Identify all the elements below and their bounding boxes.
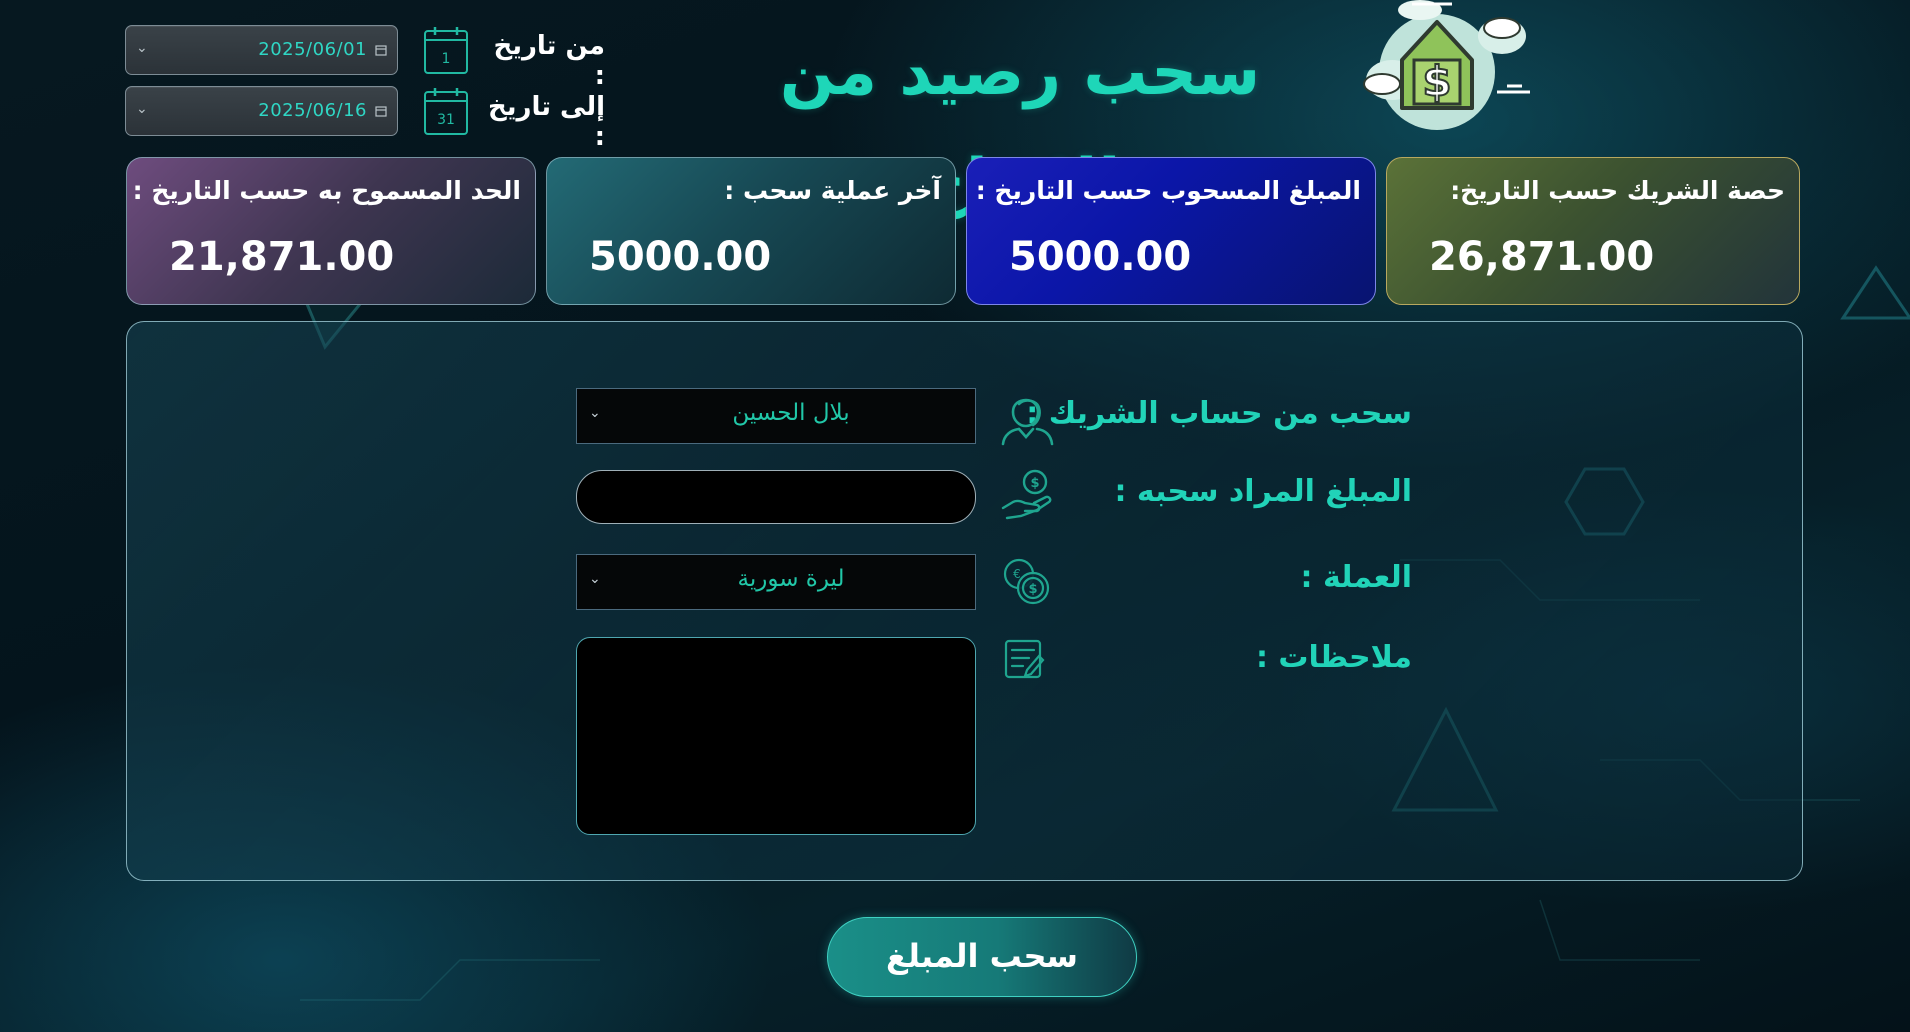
from-date-label: من تاريخ : (493, 31, 605, 91)
partner-select[interactable]: بلال الحسين ⌄ (576, 388, 976, 444)
withdrawn-amount-card: المبلغ المسحوب حسب التاريخ : 5000.00 (966, 157, 1376, 305)
currency-selected-value: ليرة سورية (737, 566, 845, 592)
chevron-down-icon[interactable]: ⌄ (589, 571, 601, 587)
svg-text:$: $ (1030, 476, 1039, 491)
from-calendar-day: 1 (442, 51, 451, 67)
allowed-limit-card: الحد المسموح به حسب التاريخ : 21,871.00 (126, 157, 536, 305)
to-date-row: ⌄ 2025/06/16 31 إلى تاريخ : (125, 86, 605, 152)
partner-share-value: 26,871.00 (1429, 234, 1655, 280)
svg-text:$: $ (1028, 582, 1037, 597)
from-date-value: 2025/06/01 (258, 39, 367, 60)
svg-text:$: $ (1422, 57, 1451, 106)
partner-label: سحب من حساب الشريك : (1026, 396, 1412, 431)
partner-share-label: حصة الشريك حسب التاريخ: (1450, 176, 1785, 205)
allowed-limit-value: 21,871.00 (169, 234, 395, 280)
to-date-input[interactable]: ⌄ 2025/06/16 (125, 86, 398, 136)
calendar-icon[interactable] (375, 105, 387, 117)
page-title: سحب رصيد من الارباح (779, 36, 1261, 220)
partner-selected-value: بلال الحسين (732, 400, 850, 426)
last-withdrawal-card: آخر عملية سحب : 5000.00 (546, 157, 956, 305)
svg-text:€: € (1013, 567, 1021, 581)
house-dollar-icon: $ (1363, 0, 1530, 130)
calendar-icon: 1 (424, 27, 468, 74)
notes-textarea[interactable] (576, 637, 976, 835)
chevron-down-icon[interactable]: ⌄ (589, 405, 601, 421)
partner-share-card: حصة الشريك حسب التاريخ: 26,871.00 (1386, 157, 1800, 305)
withdraw-submit-button[interactable]: سحب المبلغ (827, 917, 1137, 997)
to-calendar-day: 31 (437, 112, 455, 128)
currency-coins-icon: € $ (1003, 558, 1050, 605)
chevron-down-icon[interactable]: ⌄ (136, 101, 148, 117)
hand-coin-icon: $ (1001, 469, 1052, 520)
notes-icon (1004, 639, 1045, 679)
notes-label: ملاحظات : (1255, 640, 1412, 675)
last-withdrawal-label: آخر عملية سحب : (724, 176, 941, 205)
currency-select[interactable]: ليرة سورية ⌄ (576, 554, 976, 610)
partners-icon (1001, 398, 1054, 446)
chevron-down-icon[interactable]: ⌄ (136, 40, 148, 56)
calendar-icon[interactable] (375, 44, 387, 56)
currency-label: العملة : (1300, 560, 1412, 595)
withdrawn-amount-value: 5000.00 (1009, 234, 1192, 280)
amount-label: المبلغ المراد سحبه : (1114, 474, 1412, 509)
withdrawn-amount-label: المبلغ المسحوب حسب التاريخ : (975, 176, 1361, 205)
calendar-icon: 31 (424, 88, 468, 135)
amount-input[interactable] (576, 470, 976, 524)
to-date-value: 2025/06/16 (258, 100, 367, 121)
allowed-limit-label: الحد المسموح به حسب التاريخ : (132, 176, 521, 205)
from-date-row: ⌄ 2025/06/01 1 من تاريخ : (125, 25, 605, 91)
from-date-input[interactable]: ⌄ 2025/06/01 (125, 25, 398, 75)
to-date-label: إلى تاريخ : (487, 92, 605, 152)
last-withdrawal-value: 5000.00 (589, 234, 772, 280)
withdrawal-form: سحب من حساب الشريك : بلال الحسين ⌄ المبل… (126, 321, 1803, 881)
